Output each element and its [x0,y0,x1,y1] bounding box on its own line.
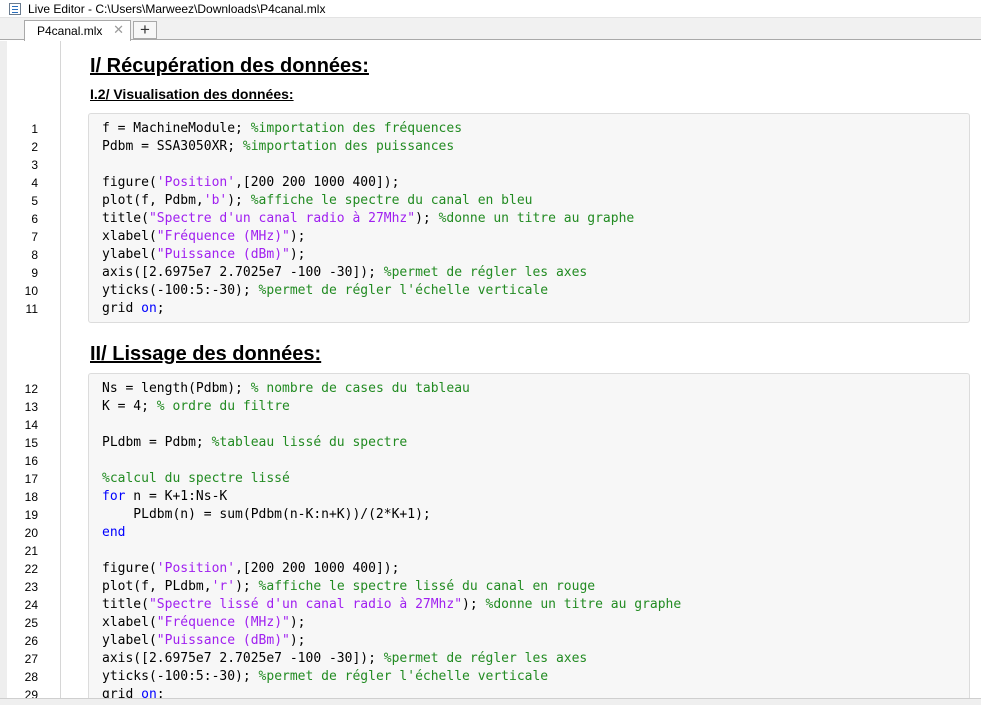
line-number: 21 [24,544,38,558]
line-number: 12 [24,382,38,396]
tab-p4canal[interactable]: P4canal.mlx ✕ [24,20,131,41]
code-line[interactable]: title("Spectre d'un canal radio à 27Mhz"… [102,210,634,228]
code-line[interactable]: for n = K+1:Ns-K [102,488,227,506]
code-line[interactable]: plot(f, PLdbm,'r'); %affiche le spectre … [102,578,595,596]
line-number: 18 [24,490,38,504]
new-tab-button[interactable]: + [133,21,157,39]
line-number: 23 [24,580,38,594]
code-line[interactable]: K = 4; % ordre du filtre [102,398,290,416]
line-number: 3 [31,158,38,172]
code-line[interactable]: figure('Position',[200 200 1000 400]); [102,560,399,578]
window-titlebar: Live Editor - C:\Users\Marweez\Downloads… [0,0,981,18]
line-number: 20 [24,526,38,540]
horizontal-scroll-strip[interactable] [0,698,981,705]
line-number: 8 [31,248,38,262]
line-number: 24 [24,598,38,612]
code-line[interactable]: ylabel("Puissance (dBm)"); [102,246,306,264]
code-line[interactable]: figure('Position',[200 200 1000 400]); [102,174,399,192]
code-line[interactable]: PLdbm = Pdbm; %tableau lissé du spectre [102,434,407,452]
code-line[interactable]: plot(f, Pdbm,'b'); %affiche le spectre d… [102,192,532,210]
line-number: 27 [24,652,38,666]
line-number: 29 [24,688,38,698]
code-line[interactable]: PLdbm(n) = sum(Pdbm(n-K:n+K))/(2*K+1); [102,506,430,524]
code-line[interactable]: %calcul du spectre lissé [102,470,290,488]
code-line[interactable]: yticks(-100:5:-30); %permet de régler l'… [102,282,548,300]
code-line[interactable]: end [102,524,125,542]
code-line[interactable]: xlabel("Fréquence (MHz)"); [102,614,306,632]
line-number: 16 [24,454,38,468]
code-line[interactable]: Pdbm = SSA3050XR; %importation des puiss… [102,138,454,156]
subsection-heading-visualisation[interactable]: I.2/ Visualisation des données: [90,85,294,103]
code-line[interactable]: ylabel("Puissance (dBm)"); [102,632,306,650]
line-number: 19 [24,508,38,522]
code-line[interactable]: Ns = length(Pdbm); % nombre de cases du … [102,380,470,398]
line-number: 10 [24,284,38,298]
tab-bar: P4canal.mlx ✕ + [0,18,981,41]
line-number: 11 [25,302,38,316]
code-line[interactable]: xlabel("Fréquence (MHz)"); [102,228,306,246]
tab-label: P4canal.mlx [37,24,103,38]
code-block-1[interactable]: f = MachineModule; %importation des fréq… [88,113,970,323]
live-editor-document[interactable]: I/ Récupération des données: I.2/ Visual… [0,41,981,698]
line-number: 22 [24,562,38,576]
code-line[interactable]: f = MachineModule; %importation des fréq… [102,120,462,138]
code-line[interactable]: title("Spectre lissé d'un canal radio à … [102,596,681,614]
line-number: 1 [31,122,38,136]
line-number: 17 [24,472,38,486]
line-number: 13 [24,400,38,414]
line-number: 7 [31,230,38,244]
line-number: 28 [24,670,38,684]
line-number: 6 [31,212,38,226]
code-line[interactable]: axis([2.6975e7 2.7025e7 -100 -30]); %per… [102,264,587,282]
code-line[interactable]: yticks(-100:5:-30); %permet de régler l'… [102,668,548,686]
line-number: 9 [31,266,38,280]
window-title: Live Editor - C:\Users\Marweez\Downloads… [28,2,326,16]
line-number: 5 [31,194,38,208]
line-number: 26 [24,634,38,648]
section-heading-recuperation[interactable]: I/ Récupération des données: [90,54,369,78]
line-number: 4 [31,176,38,190]
code-line[interactable]: grid on; [102,686,165,698]
code-block-2[interactable]: Ns = length(Pdbm); % nombre de cases du … [88,373,970,698]
line-number: 15 [24,436,38,450]
line-number: 25 [24,616,38,630]
section-heading-lissage[interactable]: II/ Lissage des données: [90,342,321,366]
code-line[interactable]: axis([2.6975e7 2.7025e7 -100 -30]); %per… [102,650,587,668]
line-number: 2 [31,140,38,154]
line-number: 14 [24,418,38,432]
close-icon[interactable]: ✕ [113,23,124,37]
code-line[interactable]: grid on; [102,300,165,318]
live-editor-icon [9,3,21,15]
